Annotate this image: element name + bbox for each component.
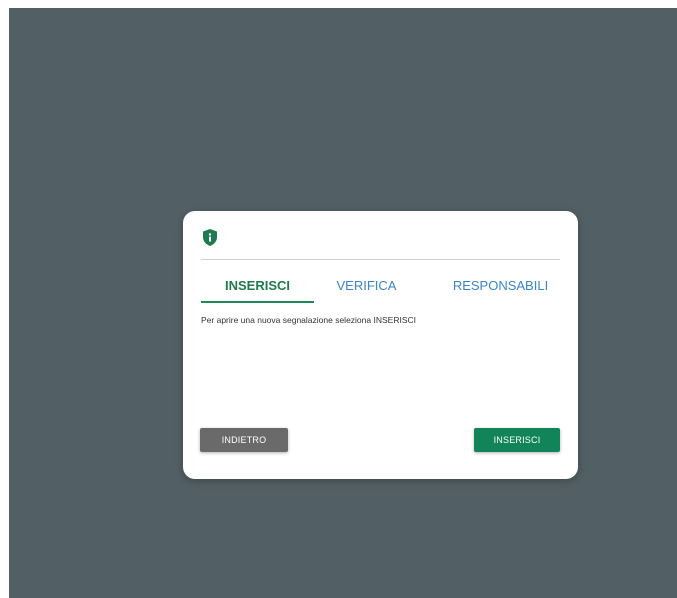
- dialog: INSERISCI VERIFICA RESPONSABILI Per apri…: [183, 211, 578, 479]
- shield-info-icon: [203, 229, 217, 246]
- tab-bar: INSERISCI VERIFICA RESPONSABILI: [201, 277, 560, 303]
- back-button[interactable]: INDIETRO: [200, 428, 288, 452]
- tab-inserisci[interactable]: INSERISCI: [201, 277, 314, 303]
- insert-button[interactable]: INSERISCI: [474, 428, 560, 452]
- tab-responsabili[interactable]: RESPONSABILI: [441, 277, 560, 301]
- dialog-header: [201, 229, 560, 260]
- instruction-text: Per aprire una nuova segnalazione selezi…: [201, 315, 416, 325]
- tab-verifica[interactable]: VERIFICA: [319, 277, 414, 301]
